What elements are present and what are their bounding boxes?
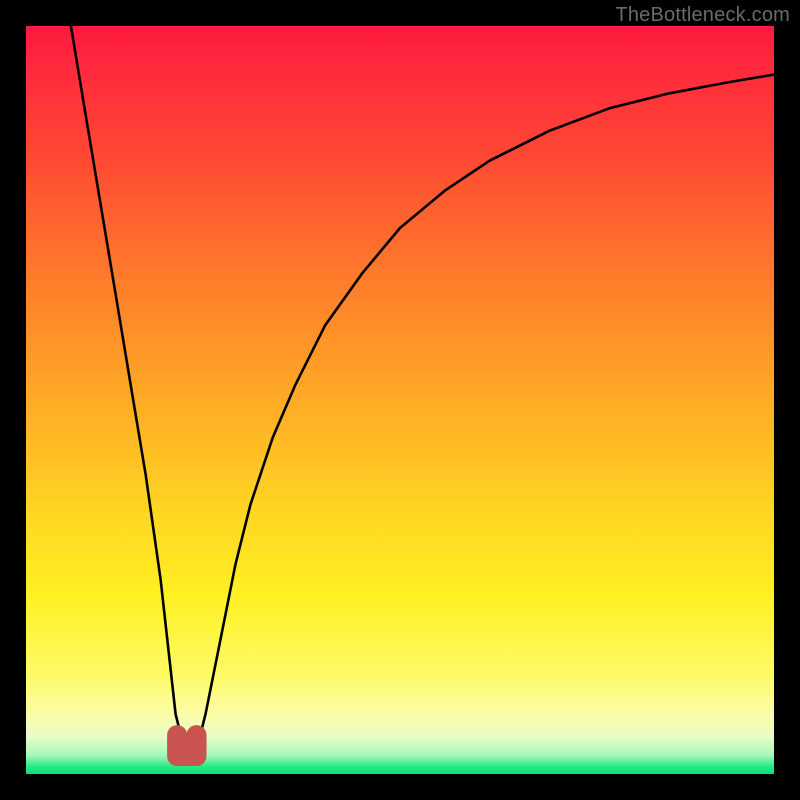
chart-frame: TheBottleneck.com — [0, 0, 800, 800]
chart-plot-area — [26, 26, 774, 774]
watermark-text: TheBottleneck.com — [615, 4, 790, 27]
bottleneck-curve — [26, 26, 774, 774]
